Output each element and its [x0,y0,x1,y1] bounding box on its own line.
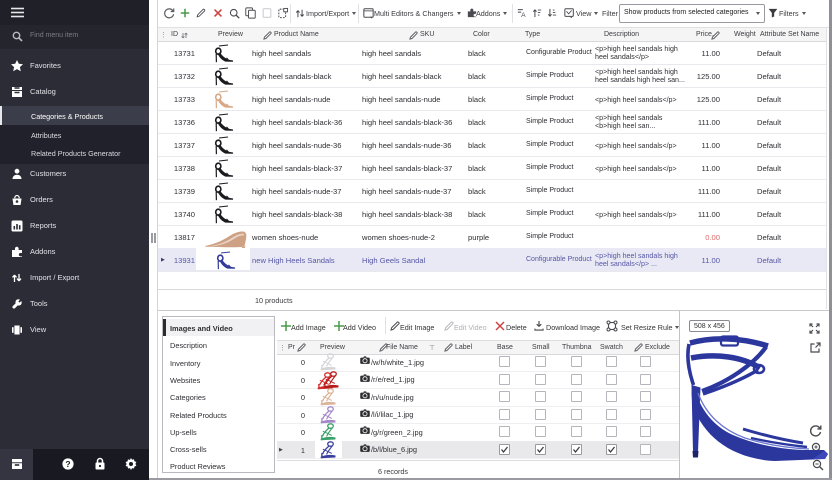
svg-text:A: A [521,12,526,18]
svg-text:?: ? [65,459,70,469]
